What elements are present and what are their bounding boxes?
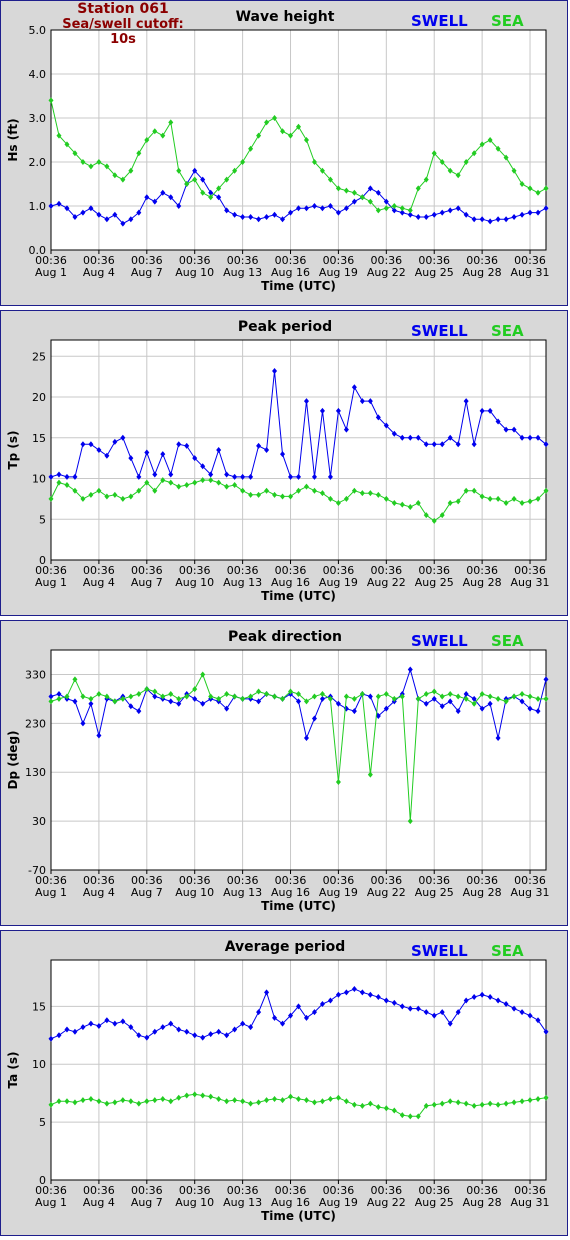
x-tick-date: Aug 22	[367, 266, 406, 279]
x-tick-date: Aug 31	[511, 886, 550, 899]
x-axis-label: Time (UTC)	[261, 1209, 336, 1223]
x-tick-date: Aug 7	[131, 1196, 163, 1209]
x-tick-date: Aug 13	[223, 886, 262, 899]
chart-title: Average period	[225, 939, 346, 955]
legend-swell: SWELL	[411, 322, 468, 340]
panel-peak-period: 0 5 10 15 20 25 00:36 Aug 1 00:36 Aug 4 00:36 Aug 7…	[0, 310, 568, 616]
y-axis-label: Hs (ft)	[6, 118, 20, 161]
x-tick-date: Aug 25	[415, 886, 454, 899]
y-tick-label: 1.0	[29, 200, 47, 213]
y-tick-label: 3.0	[29, 112, 47, 125]
y-tick-label: 30	[32, 815, 46, 828]
x-axis-label: Time (UTC)	[261, 899, 336, 913]
cutoff-note: Sea/swell cutoff: 10s	[62, 17, 184, 47]
x-tick-date: Aug 16	[271, 266, 310, 279]
x-tick-date: Aug 1	[35, 266, 67, 279]
plot-area	[50, 959, 547, 1181]
y-axis-label: Dp (deg)	[6, 730, 20, 789]
x-tick-date: Aug 19	[319, 886, 358, 899]
chart-title: Wave height	[236, 9, 335, 25]
x-tick-date: Aug 7	[131, 576, 163, 589]
chart-average-period: 05101500:36Aug 100:36Aug 400:36Aug 700:3…	[6, 939, 550, 1223]
x-tick-date: Aug 4	[83, 1196, 115, 1209]
x-tick-date: Aug 19	[319, 266, 358, 279]
chart-title: Peak period	[238, 319, 332, 335]
x-tick-date: Aug 1	[35, 886, 67, 899]
y-tick-label: 5	[39, 513, 46, 526]
y-tick-label: 5.0	[29, 24, 47, 37]
x-tick-date: Aug 10	[175, 266, 214, 279]
x-tick-date: Aug 13	[223, 576, 262, 589]
y-tick-label: 130	[25, 766, 46, 779]
x-tick-date: Aug 31	[511, 576, 550, 589]
x-tick-date: Aug 19	[319, 576, 358, 589]
x-tick-date: Aug 10	[175, 576, 214, 589]
x-tick-date: Aug 25	[415, 266, 454, 279]
x-tick-date: Aug 1	[35, 1196, 67, 1209]
plot-area	[50, 339, 547, 561]
y-tick-label: 25	[32, 350, 46, 363]
x-tick-date: Aug 16	[271, 886, 310, 899]
x-axis-label: Time (UTC)	[261, 589, 336, 603]
x-tick-date: Aug 31	[511, 1196, 550, 1209]
x-tick-date: Aug 4	[83, 886, 115, 899]
legend-swell: SWELL	[411, 12, 468, 30]
y-axis-label: Ta (s)	[6, 1051, 20, 1088]
chart-title: Peak direction	[228, 629, 342, 645]
x-tick-date: Aug 1	[35, 576, 67, 589]
y-tick-label: 10	[32, 473, 46, 486]
x-tick-date: Aug 22	[367, 576, 406, 589]
panel-wave-height: 0.0 1.0 2.0 3.0 4.0 5.0 00:36 Aug 1 00:36 Aug 4 00…	[0, 0, 568, 306]
legend-sea: SEA	[491, 942, 524, 960]
legend-sea: SEA	[491, 12, 524, 30]
y-tick-label: 15	[32, 1000, 46, 1013]
station-name: Station 061	[77, 1, 169, 17]
y-tick-label: 10	[32, 1058, 46, 1071]
x-tick-date: Aug 16	[271, 1196, 310, 1209]
x-tick-date: Aug 28	[463, 886, 502, 899]
station-title: Station 061 Sea/swell cutoff: 10s	[53, 1, 193, 48]
x-tick-date: Aug 4	[83, 576, 115, 589]
x-tick-date: Aug 22	[367, 886, 406, 899]
x-tick-date: Aug 31	[511, 266, 550, 279]
panel-peak-direction: -70 30 130 230 330 00:36 Aug 1 00:36 Aug 4 00:36 A…	[0, 620, 568, 926]
legend-sea: SEA	[491, 632, 524, 650]
y-tick-label: 230	[25, 717, 46, 730]
x-tick-date: Aug 7	[131, 266, 163, 279]
x-tick-date: Aug 22	[367, 1196, 406, 1209]
x-tick-date: Aug 13	[223, 1196, 262, 1209]
x-tick-date: Aug 10	[175, 886, 214, 899]
x-tick-date: Aug 25	[415, 1196, 454, 1209]
plot-area	[50, 649, 547, 871]
y-tick-label: 5	[39, 1116, 46, 1129]
legend-swell: SWELL	[411, 632, 468, 650]
x-tick-date: Aug 16	[271, 576, 310, 589]
chart-peak-direction: -703013023033000:36Aug 100:36Aug 400:36A…	[6, 629, 550, 913]
legend-swell: SWELL	[411, 942, 468, 960]
y-tick-label: 20	[32, 391, 46, 404]
x-tick-date: Aug 10	[175, 1196, 214, 1209]
y-tick-label: 4.0	[29, 68, 47, 81]
x-tick-date: Aug 25	[415, 576, 454, 589]
x-tick-date: Aug 28	[463, 1196, 502, 1209]
y-tick-label: 15	[32, 432, 46, 445]
x-axis-label: Time (UTC)	[261, 279, 336, 293]
y-tick-label: 2.0	[29, 156, 47, 169]
x-tick-date: Aug 28	[463, 576, 502, 589]
x-tick-date: Aug 19	[319, 1196, 358, 1209]
x-tick-date: Aug 28	[463, 266, 502, 279]
panel-average-period: 0 5 10 15 00:36 Aug 1 00:36 Aug 4 00:36 Aug 7 00:3…	[0, 930, 568, 1236]
x-tick-date: Aug 4	[83, 266, 115, 279]
legend-sea: SEA	[491, 322, 524, 340]
y-axis-label: Tp (s)	[6, 430, 20, 469]
plot-area	[50, 29, 547, 251]
chart-peak-period: 051015202500:36Aug 100:36Aug 400:36Aug 7…	[6, 319, 550, 603]
x-tick-date: Aug 7	[131, 886, 163, 899]
y-tick-label: 330	[25, 668, 46, 681]
x-tick-date: Aug 13	[223, 266, 262, 279]
